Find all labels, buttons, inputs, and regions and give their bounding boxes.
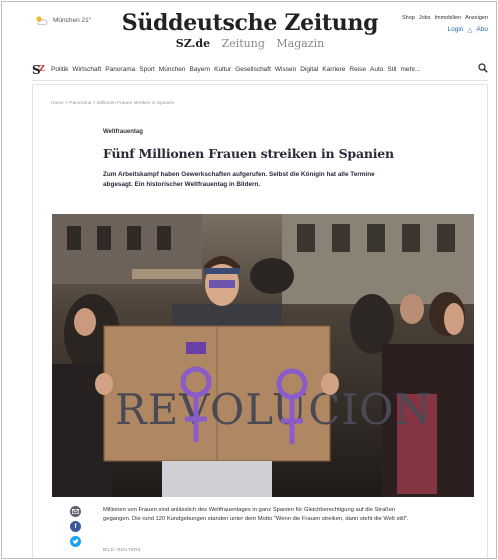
gallery-photo[interactable]: REVOLUCION [52,214,474,497]
nav-item-wissen[interactable]: Wissen [275,66,296,73]
masthead-subnav: SZ.de Zeitung Magazin [2,37,496,50]
share-facebook-button[interactable]: f [70,521,81,532]
nav-item-bayern[interactable]: Bayern [190,66,211,73]
nav-item-politik[interactable]: Politik [51,66,68,73]
article-headline: Fünf Millionen Frauen streiken in Spanie… [103,146,394,161]
nav-item-stil[interactable]: Stil [387,66,396,73]
article-teaser: Zum Arbeitskampf haben Gewerkschaften au… [103,171,375,188]
magazin-link[interactable]: Magazin [276,37,324,50]
account-links: Login △ Abo [448,26,488,34]
breadcrumb[interactable]: Home > Panorama > Millionen Frauen strei… [51,101,174,106]
svg-text:Z: Z [39,63,45,73]
mail-icon [72,509,79,514]
login-link[interactable]: Login [448,26,464,34]
jobs-link[interactable]: Jobs [419,15,431,21]
photo-credit: BILD: REUTERS [103,547,141,552]
nav-item-kultur[interactable]: Kultur [214,66,231,73]
nav-item-wirtschaft[interactable]: Wirtschaft [72,66,101,73]
brand-logo[interactable]: Süddeutsche Zeitung [2,10,496,36]
nav-item-karriere[interactable]: Karriere [322,66,345,73]
zeitung-link[interactable]: Zeitung [222,37,265,50]
anzeigen-link[interactable]: Anzeigen [465,15,488,21]
nav-divider [32,80,488,81]
nav-item-muenchen[interactable]: München [159,66,186,73]
browser-page: München 21° Süddeutsche Zeitung SZ.de Ze… [1,1,497,559]
article-kicker: Weltfrauentag [103,129,143,135]
shop-link[interactable]: Shop [402,15,415,21]
share-bar: f [70,506,81,547]
search-icon[interactable] [478,63,488,73]
facebook-icon: f [74,523,77,530]
nav-item-sport[interactable]: Sport [139,66,155,73]
user-icon: △ [467,27,473,34]
service-links: Shop Jobs Immobilien Anzeigen [402,15,488,21]
nav-item-reise[interactable]: Reise [349,66,366,73]
immobilien-link[interactable]: Immobilien [434,15,461,21]
nav-item-panorama[interactable]: Panorama [105,66,135,73]
nav-item-auto[interactable]: Auto [370,66,383,73]
twitter-bird-icon [72,538,79,544]
article-card: Home > Panorama > Millionen Frauen strei… [32,84,488,558]
sign-text: REVOLUCION [115,385,432,434]
main-navigation: S Z Politik Wirtschaft Panorama Sport Mü… [32,62,492,76]
sz-home-icon[interactable]: S Z [32,63,46,76]
share-email-button[interactable] [70,506,81,517]
nav-item-gesellschaft[interactable]: Gesellschaft [235,66,271,73]
nav-item-digital[interactable]: Digital [300,66,318,73]
protest-photo-illustration: REVOLUCION [52,214,474,497]
nav-item-mehr[interactable]: mehr... [400,66,420,73]
share-twitter-button[interactable] [70,536,81,547]
abo-link[interactable]: Abo [476,26,488,34]
sz-de-link[interactable]: SZ.de [176,37,210,50]
photo-caption: Millionen von Frauen sind anlässlich des… [103,507,409,522]
